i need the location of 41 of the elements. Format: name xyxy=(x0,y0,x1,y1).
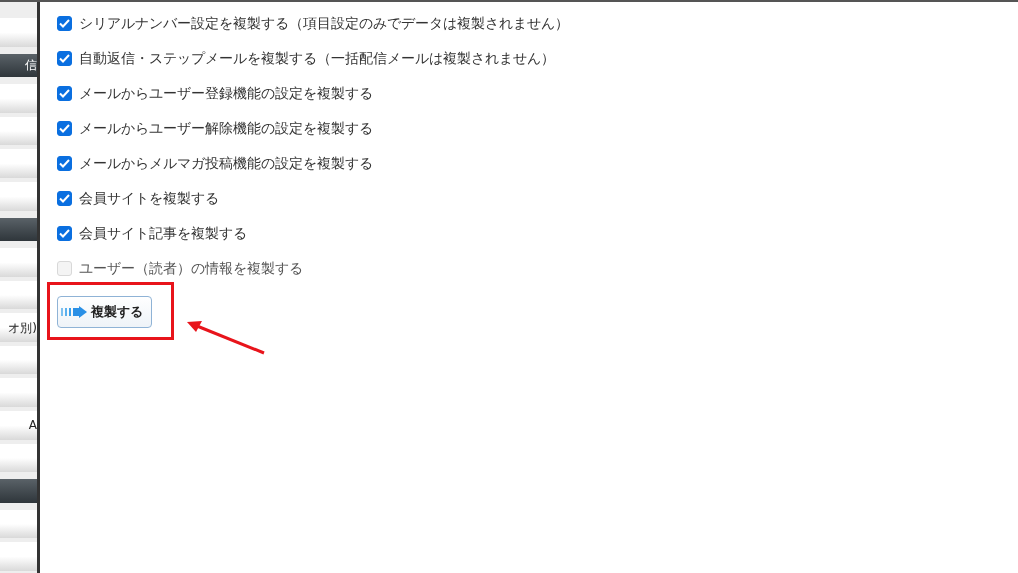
checkbox[interactable] xyxy=(57,226,72,241)
check-icon xyxy=(59,229,70,238)
sidebar-item[interactable]: A xyxy=(0,411,37,440)
sidebar-item[interactable] xyxy=(0,443,37,473)
sidebar-item[interactable] xyxy=(0,378,37,408)
check-icon xyxy=(59,89,70,98)
check-icon xyxy=(59,159,70,168)
sidebar-item[interactable] xyxy=(0,509,37,539)
checkbox[interactable] xyxy=(57,16,72,31)
sidebar-item[interactable] xyxy=(0,116,37,146)
option-label: 会員サイト記事を複製する xyxy=(79,224,247,243)
checkbox[interactable] xyxy=(57,51,72,66)
sidebar-item[interactable]: オ別) xyxy=(0,313,37,342)
sidebar-item[interactable] xyxy=(0,248,37,277)
option-label: メールからユーザー解除機能の設定を複製する xyxy=(79,119,373,138)
sidebar-item[interactable] xyxy=(0,280,37,310)
arrow-icon xyxy=(61,306,87,318)
check-icon xyxy=(59,19,70,28)
sidebar-header: 信 xyxy=(0,53,37,78)
sidebar-item[interactable] xyxy=(0,18,37,47)
option-label: メールからユーザー登録機能の設定を複製する xyxy=(79,84,373,103)
option-label: 会員サイトを複製する xyxy=(79,189,219,208)
sidebar-header xyxy=(0,479,37,503)
sidebar-item[interactable] xyxy=(0,149,37,178)
copy-button[interactable]: 複製する xyxy=(57,296,152,328)
checkbox[interactable] xyxy=(57,156,72,171)
option-label: メールからメルマガ投稿機能の設定を複製する xyxy=(79,154,373,173)
check-icon xyxy=(59,124,70,133)
checkbox[interactable] xyxy=(57,121,72,136)
option-label: ユーザー（読者）の情報を複製する xyxy=(79,259,303,278)
option-label: 自動返信・ステップメールを複製する（一括配信メールは複製されません） xyxy=(79,49,555,68)
option-label: シリアルナンバー設定を複製する（項目設定のみでデータは複製されません） xyxy=(79,14,569,33)
sidebar-item[interactable] xyxy=(0,84,37,113)
checkbox[interactable] xyxy=(57,191,72,206)
check-icon xyxy=(59,54,70,63)
sidebar-item[interactable] xyxy=(0,181,37,211)
sidebar-item[interactable] xyxy=(0,345,37,375)
sidebar-header xyxy=(0,217,37,242)
check-icon xyxy=(59,194,70,203)
sidebar-item[interactable] xyxy=(0,542,37,571)
checkbox[interactable] xyxy=(57,86,72,101)
